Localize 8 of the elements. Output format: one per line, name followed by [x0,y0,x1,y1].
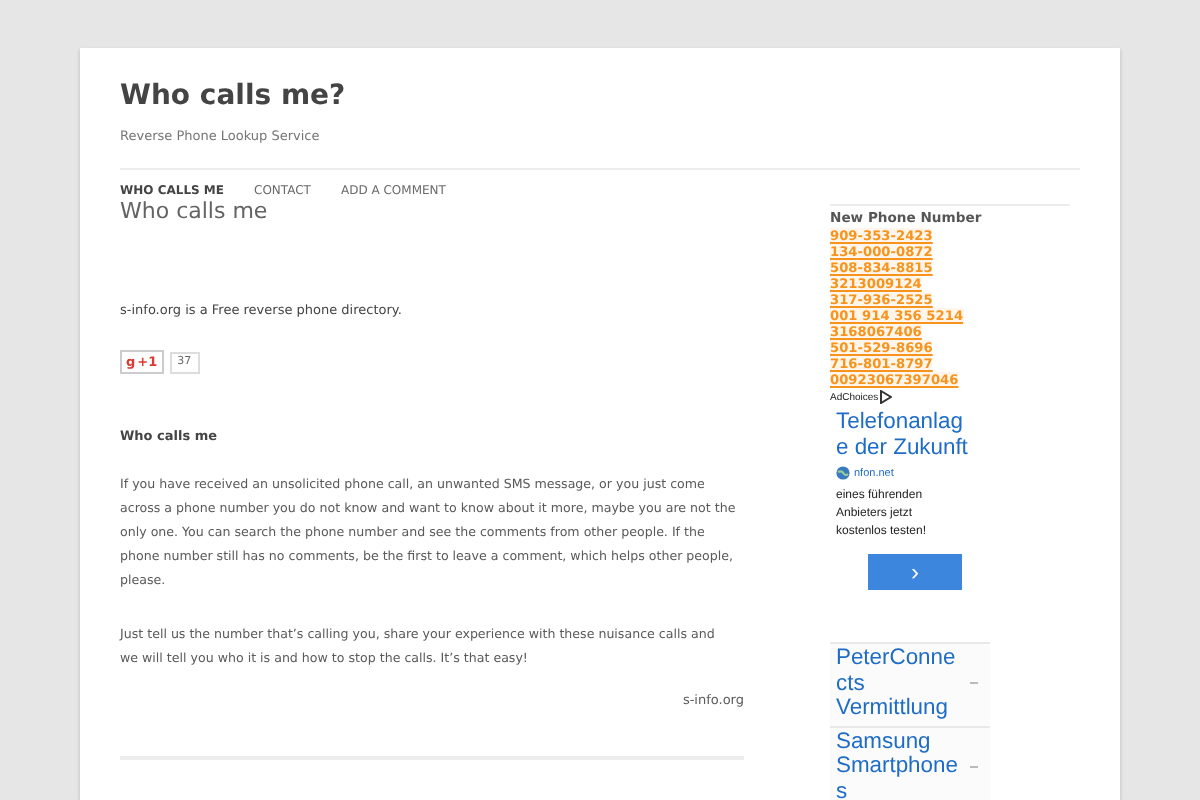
ad-title[interactable]: Telefonanlage der Zukunft [836,410,972,460]
globe-icon [836,466,850,480]
ad-link[interactable]: PeterConnects Vermittlung [830,642,990,725]
page-title: Who calls me [120,200,270,224]
ad-link[interactable]: Samsung Smartphones [830,725,990,800]
adchoices-icon[interactable] [880,390,893,404]
site-title[interactable]: Who calls me? [120,48,1080,112]
ad-arrow-button[interactable]: › [868,554,962,590]
